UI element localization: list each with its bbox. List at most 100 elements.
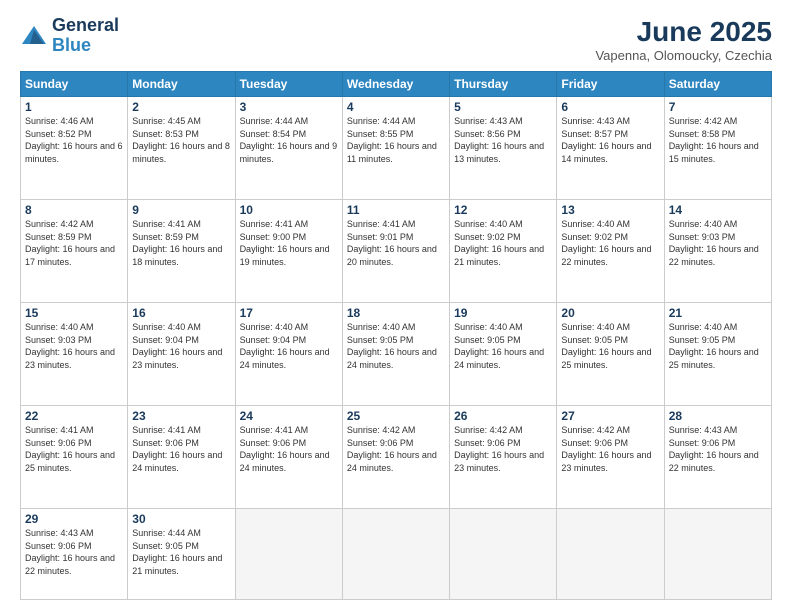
day-number: 19 [454, 306, 552, 320]
cell-text: Sunrise: 4:44 AMSunset: 8:55 PMDaylight:… [347, 116, 437, 164]
calendar-cell: 18 Sunrise: 4:40 AMSunset: 9:05 PMDayligh… [342, 303, 449, 406]
day-number: 4 [347, 100, 445, 114]
day-number: 14 [669, 203, 767, 217]
cell-text: Sunrise: 4:40 AMSunset: 9:05 PMDaylight:… [454, 322, 544, 370]
calendar-cell: 27Sunrise: 4:42 AMSunset: 9:06 PMDayligh… [557, 406, 664, 509]
day-number: 30 [132, 512, 230, 526]
calendar-week-5: 29 Sunrise: 4:43 AMSunset: 9:06 PMDayligh… [21, 509, 772, 600]
logo-text: General Blue [52, 16, 119, 56]
calendar-cell: 26 Sunrise: 4:42 AMSunset: 9:06 PMDayligh… [450, 406, 557, 509]
calendar-cell: 29 Sunrise: 4:43 AMSunset: 9:06 PMDayligh… [21, 509, 128, 600]
day-header-thursday: Thursday [450, 72, 557, 97]
calendar-cell: 17 Sunrise: 4:40 AMSunset: 9:04 PMDayligh… [235, 303, 342, 406]
day-header-saturday: Saturday [664, 72, 771, 97]
cell-text: Sunrise: 4:41 AMSunset: 8:59 PMDaylight:… [132, 219, 222, 267]
cell-text: Sunrise: 4:40 AMSunset: 9:03 PMDaylight:… [25, 322, 115, 370]
day-number: 2 [132, 100, 230, 114]
cell-text: Sunrise: 4:42 AMSunset: 8:59 PMDaylight:… [25, 219, 115, 267]
calendar-cell: 12 Sunrise: 4:40 AMSunset: 9:02 PMDayligh… [450, 200, 557, 303]
day-header-friday: Friday [557, 72, 664, 97]
day-number: 15 [25, 306, 123, 320]
calendar-week-1: 1 Sunrise: 4:46 AMSunset: 8:52 PMDaylight… [21, 97, 772, 200]
cell-text: Sunrise: 4:40 AMSunset: 9:05 PMDaylight:… [561, 322, 651, 370]
cell-text: Sunrise: 4:42 AMSunset: 9:06 PMDaylight:… [454, 425, 544, 473]
calendar-cell: 3 Sunrise: 4:44 AMSunset: 8:54 PMDaylight… [235, 97, 342, 200]
calendar-cell: 19 Sunrise: 4:40 AMSunset: 9:05 PMDayligh… [450, 303, 557, 406]
day-header-monday: Monday [128, 72, 235, 97]
cell-text: Sunrise: 4:40 AMSunset: 9:05 PMDaylight:… [347, 322, 437, 370]
cell-text: Sunrise: 4:45 AMSunset: 8:53 PMDaylight:… [132, 116, 230, 164]
day-number: 21 [669, 306, 767, 320]
calendar-cell: 25 Sunrise: 4:42 AMSunset: 9:06 PMDayligh… [342, 406, 449, 509]
cell-text: Sunrise: 4:44 AMSunset: 8:54 PMDaylight:… [240, 116, 338, 164]
calendar-cell: 5Sunrise: 4:43 AMSunset: 8:56 PMDaylight… [450, 97, 557, 200]
cell-text: Sunrise: 4:40 AMSunset: 9:04 PMDaylight:… [132, 322, 222, 370]
calendar-cell: 7 Sunrise: 4:42 AMSunset: 8:58 PMDaylight… [664, 97, 771, 200]
cell-text: Sunrise: 4:41 AMSunset: 9:00 PMDaylight:… [240, 219, 330, 267]
calendar-cell: 23 Sunrise: 4:41 AMSunset: 9:06 PMDayligh… [128, 406, 235, 509]
day-number: 12 [454, 203, 552, 217]
calendar-header-row: SundayMondayTuesdayWednesdayThursdayFrid… [21, 72, 772, 97]
day-number: 7 [669, 100, 767, 114]
cell-text: Sunrise: 4:43 AMSunset: 9:06 PMDaylight:… [669, 425, 759, 473]
calendar-cell: 6 Sunrise: 4:43 AMSunset: 8:57 PMDaylight… [557, 97, 664, 200]
calendar-cell: 11 Sunrise: 4:41 AMSunset: 9:01 PMDayligh… [342, 200, 449, 303]
month-year: June 2025 [595, 16, 772, 48]
cell-text: Sunrise: 4:43 AMSunset: 8:57 PMDaylight:… [561, 116, 651, 164]
location: Vapenna, Olomoucky, Czechia [595, 48, 772, 63]
cell-text: Sunrise: 4:40 AMSunset: 9:04 PMDaylight:… [240, 322, 330, 370]
day-number: 17 [240, 306, 338, 320]
calendar-cell: 21Sunrise: 4:40 AMSunset: 9:05 PMDayligh… [664, 303, 771, 406]
calendar-cell: 8 Sunrise: 4:42 AMSunset: 8:59 PMDaylight… [21, 200, 128, 303]
calendar-cell [557, 509, 664, 600]
calendar-cell: 9 Sunrise: 4:41 AMSunset: 8:59 PMDaylight… [128, 200, 235, 303]
calendar-cell: 13Sunrise: 4:40 AMSunset: 9:02 PMDayligh… [557, 200, 664, 303]
day-number: 10 [240, 203, 338, 217]
calendar-week-3: 15 Sunrise: 4:40 AMSunset: 9:03 PMDayligh… [21, 303, 772, 406]
cell-text: Sunrise: 4:42 AMSunset: 8:58 PMDaylight:… [669, 116, 759, 164]
calendar-cell: 20 Sunrise: 4:40 AMSunset: 9:05 PMDayligh… [557, 303, 664, 406]
calendar-cell: 14 Sunrise: 4:40 AMSunset: 9:03 PMDayligh… [664, 200, 771, 303]
cell-text: Sunrise: 4:41 AMSunset: 9:06 PMDaylight:… [25, 425, 115, 473]
day-number: 22 [25, 409, 123, 423]
cell-text: Sunrise: 4:41 AMSunset: 9:06 PMDaylight:… [132, 425, 222, 473]
calendar-cell [235, 509, 342, 600]
day-number: 9 [132, 203, 230, 217]
cell-text: Sunrise: 4:40 AMSunset: 9:03 PMDaylight:… [669, 219, 759, 267]
day-number: 1 [25, 100, 123, 114]
calendar-cell: 30 Sunrise: 4:44 AMSunset: 9:05 PMDayligh… [128, 509, 235, 600]
day-number: 23 [132, 409, 230, 423]
calendar-table: SundayMondayTuesdayWednesdayThursdayFrid… [20, 71, 772, 600]
cell-text: Sunrise: 4:40 AMSunset: 9:02 PMDaylight:… [454, 219, 544, 267]
calendar-cell: 2 Sunrise: 4:45 AMSunset: 8:53 PMDaylight… [128, 97, 235, 200]
cell-text: Sunrise: 4:44 AMSunset: 9:05 PMDaylight:… [132, 528, 222, 576]
calendar-cell [342, 509, 449, 600]
day-number: 29 [25, 512, 123, 526]
day-header-wednesday: Wednesday [342, 72, 449, 97]
day-number: 26 [454, 409, 552, 423]
title-block: June 2025 Vapenna, Olomoucky, Czechia [595, 16, 772, 63]
cell-text: Sunrise: 4:41 AMSunset: 9:06 PMDaylight:… [240, 425, 330, 473]
day-header-tuesday: Tuesday [235, 72, 342, 97]
calendar-cell: 1 Sunrise: 4:46 AMSunset: 8:52 PMDaylight… [21, 97, 128, 200]
day-number: 18 [347, 306, 445, 320]
day-number: 25 [347, 409, 445, 423]
cell-text: Sunrise: 4:42 AMSunset: 9:06 PMDaylight:… [347, 425, 437, 473]
cell-text: Sunrise: 4:43 AMSunset: 9:06 PMDaylight:… [25, 528, 115, 576]
header: General Blue June 2025 Vapenna, Olomouck… [20, 16, 772, 63]
calendar-week-2: 8 Sunrise: 4:42 AMSunset: 8:59 PMDaylight… [21, 200, 772, 303]
logo-icon [20, 22, 48, 50]
day-number: 20 [561, 306, 659, 320]
day-number: 11 [347, 203, 445, 217]
day-number: 8 [25, 203, 123, 217]
calendar-cell: 4 Sunrise: 4:44 AMSunset: 8:55 PMDaylight… [342, 97, 449, 200]
day-number: 16 [132, 306, 230, 320]
cell-text: Sunrise: 4:46 AMSunset: 8:52 PMDaylight:… [25, 116, 123, 164]
day-number: 5 [454, 100, 552, 114]
calendar-cell [664, 509, 771, 600]
day-number: 3 [240, 100, 338, 114]
calendar-week-4: 22 Sunrise: 4:41 AMSunset: 9:06 PMDayligh… [21, 406, 772, 509]
day-number: 6 [561, 100, 659, 114]
calendar-cell: 28Sunrise: 4:43 AMSunset: 9:06 PMDayligh… [664, 406, 771, 509]
cell-text: Sunrise: 4:41 AMSunset: 9:01 PMDaylight:… [347, 219, 437, 267]
